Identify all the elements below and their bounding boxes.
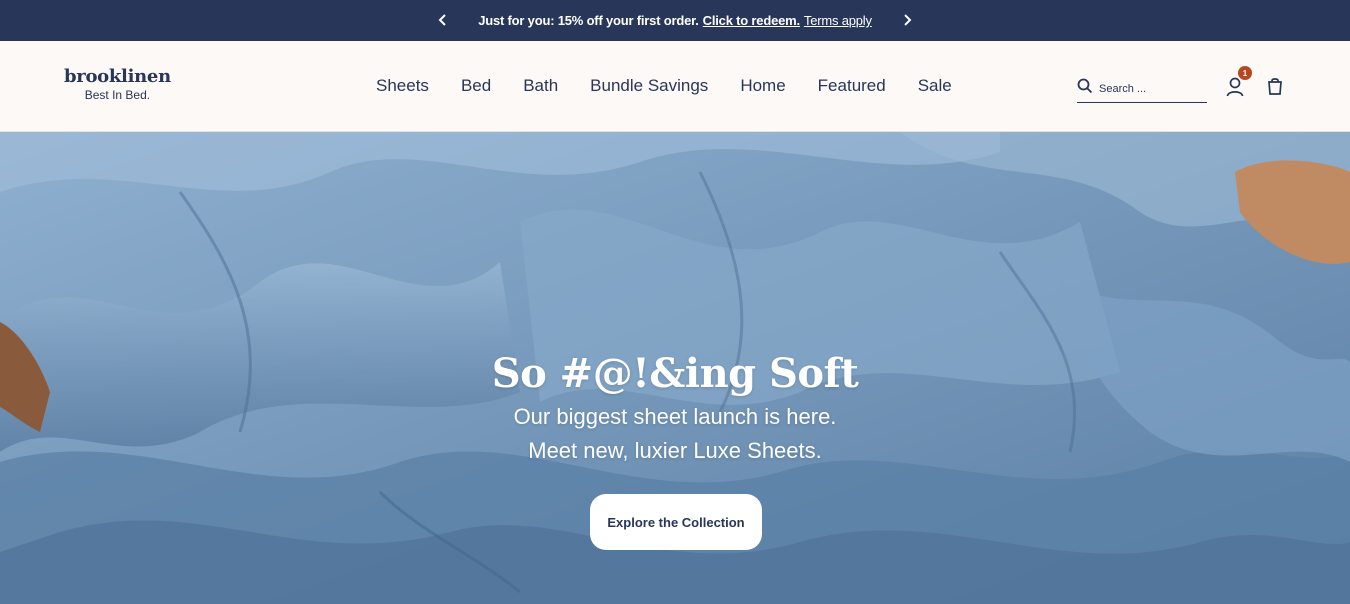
nav-item-bath[interactable]: Bath (523, 75, 558, 97)
search-icon[interactable] (1077, 78, 1093, 99)
logo-tagline: Best In Bed. (84, 88, 151, 102)
announcement-bar: Just for you: 15% off your first order. … (0, 0, 1350, 41)
brand-logo[interactable]: brooklinen Best In Bed. (64, 66, 171, 103)
redeem-link[interactable]: Click to redeem. (703, 13, 800, 28)
hero-subtitle-line2: Meet new, luxier Luxe Sheets. (528, 438, 822, 463)
nav-item-home[interactable]: Home (740, 75, 785, 97)
cart-button[interactable] (1264, 75, 1286, 97)
hero-copy: So #@!&ing Soft Our biggest sheet launch… (0, 350, 1350, 468)
shopping-bag-icon (1264, 78, 1286, 101)
search-box[interactable] (1077, 75, 1207, 103)
hero-banner: So #@!&ing Soft Our biggest sheet launch… (0, 132, 1350, 604)
chevron-right-icon[interactable] (896, 9, 918, 31)
hero-subtitle-line1: Our biggest sheet launch is here. (513, 404, 837, 429)
cart-count-badge: 1 (1238, 66, 1252, 80)
search-input[interactable] (1099, 82, 1199, 95)
nav-item-sheets[interactable]: Sheets (376, 75, 429, 97)
explore-collection-button[interactable]: Explore the Collection (590, 494, 762, 550)
logo-wordmark: brooklinen (64, 66, 171, 87)
chevron-left-icon[interactable] (432, 9, 454, 31)
hero-title: So #@!&ing Soft (491, 350, 859, 397)
announcement-text: Just for you: 15% off your first order. (478, 13, 699, 28)
terms-link[interactable]: Terms apply (804, 13, 872, 28)
nav-item-featured[interactable]: Featured (818, 75, 886, 97)
nav-item-bundle-savings[interactable]: Bundle Savings (590, 75, 708, 97)
nav-item-sale[interactable]: Sale (918, 75, 952, 97)
nav-item-bed[interactable]: Bed (461, 75, 491, 97)
main-nav: Sheets Bed Bath Bundle Savings Home Feat… (376, 75, 952, 97)
site-header: brooklinen Best In Bed. Sheets Bed Bath … (0, 41, 1350, 132)
announcement-message: Just for you: 15% off your first order. … (478, 13, 872, 28)
user-icon (1224, 77, 1246, 102)
